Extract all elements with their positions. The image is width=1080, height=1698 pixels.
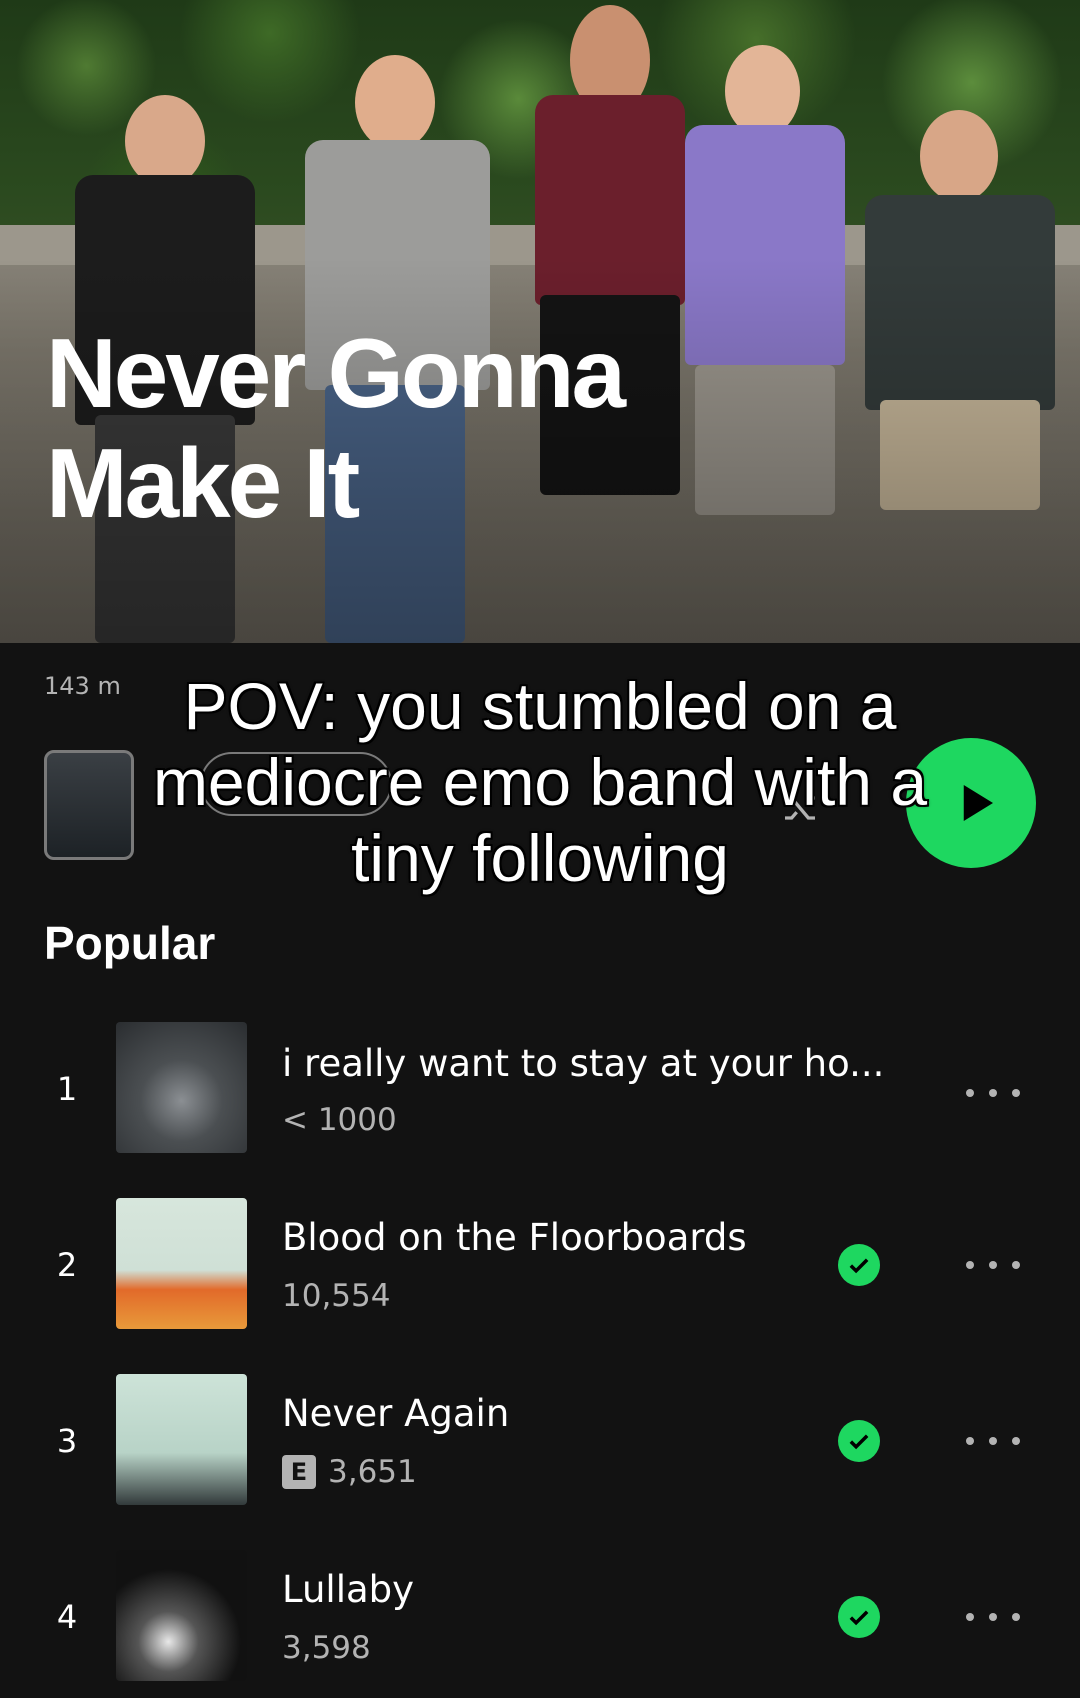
track-play-count: < 1000 — [282, 1102, 397, 1138]
check-circle-icon[interactable] — [838, 1596, 880, 1638]
track-cover-art — [116, 1022, 247, 1153]
play-count-text: 3,651 — [328, 1454, 417, 1490]
caption-line1: POV: you stumbled on a — [182, 668, 898, 745]
track-number: 4 — [56, 1598, 78, 1636]
track-title: Never Again — [282, 1392, 510, 1435]
artist-header-photo: Never Gonna Make It — [0, 0, 1080, 643]
track-cover-art — [116, 1550, 247, 1681]
track-play-count: E 3,651 — [282, 1454, 417, 1490]
caption-line2: mediocre emo band with a — [151, 744, 928, 821]
more-options-icon[interactable] — [964, 1085, 1024, 1101]
track-title: Blood on the Floorboards — [282, 1216, 747, 1259]
track-number: 2 — [56, 1246, 78, 1284]
check-circle-icon[interactable] — [838, 1244, 880, 1286]
play-count-text: < 1000 — [282, 1102, 397, 1138]
more-options-icon[interactable] — [964, 1257, 1024, 1273]
track-title: Lullaby — [282, 1568, 415, 1611]
caption-line3: tiny following — [350, 820, 731, 897]
track-cover-art — [116, 1374, 247, 1505]
explicit-badge: E — [282, 1455, 316, 1489]
track-play-count: 3,598 — [282, 1630, 371, 1666]
popular-heading: Popular — [44, 917, 216, 969]
track-play-count: 10,554 — [282, 1278, 390, 1314]
artist-name-line1: Never Gonna — [46, 318, 626, 428]
video-caption: POV: you stumbled on a mediocre emo band… — [60, 668, 1020, 897]
track-number: 1 — [56, 1070, 78, 1108]
play-count-text: 10,554 — [282, 1278, 391, 1314]
track-row[interactable]: 3 Never Again E 3,651 — [0, 1372, 1080, 1508]
more-options-icon[interactable] — [964, 1609, 1024, 1625]
track-row[interactable]: 1 i really want to stay at your ho... < … — [0, 1020, 1080, 1156]
artist-name-line2: Make It — [46, 428, 360, 538]
more-options-icon[interactable] — [964, 1433, 1024, 1449]
track-title: i really want to stay at your ho... — [282, 1042, 885, 1085]
track-row[interactable]: 2 Blood on the Floorboards 10,554 — [0, 1196, 1080, 1332]
artist-page: Never Gonna Make It 143 m POV: you stumb… — [0, 0, 1080, 1698]
artist-name: Never Gonna Make It — [46, 318, 946, 538]
track-cover-art — [116, 1198, 247, 1329]
track-row[interactable]: 4 Lullaby 3,598 — [0, 1548, 1080, 1684]
play-count-text: 3,598 — [282, 1630, 371, 1666]
track-number: 3 — [56, 1422, 78, 1460]
check-circle-icon[interactable] — [838, 1420, 880, 1462]
